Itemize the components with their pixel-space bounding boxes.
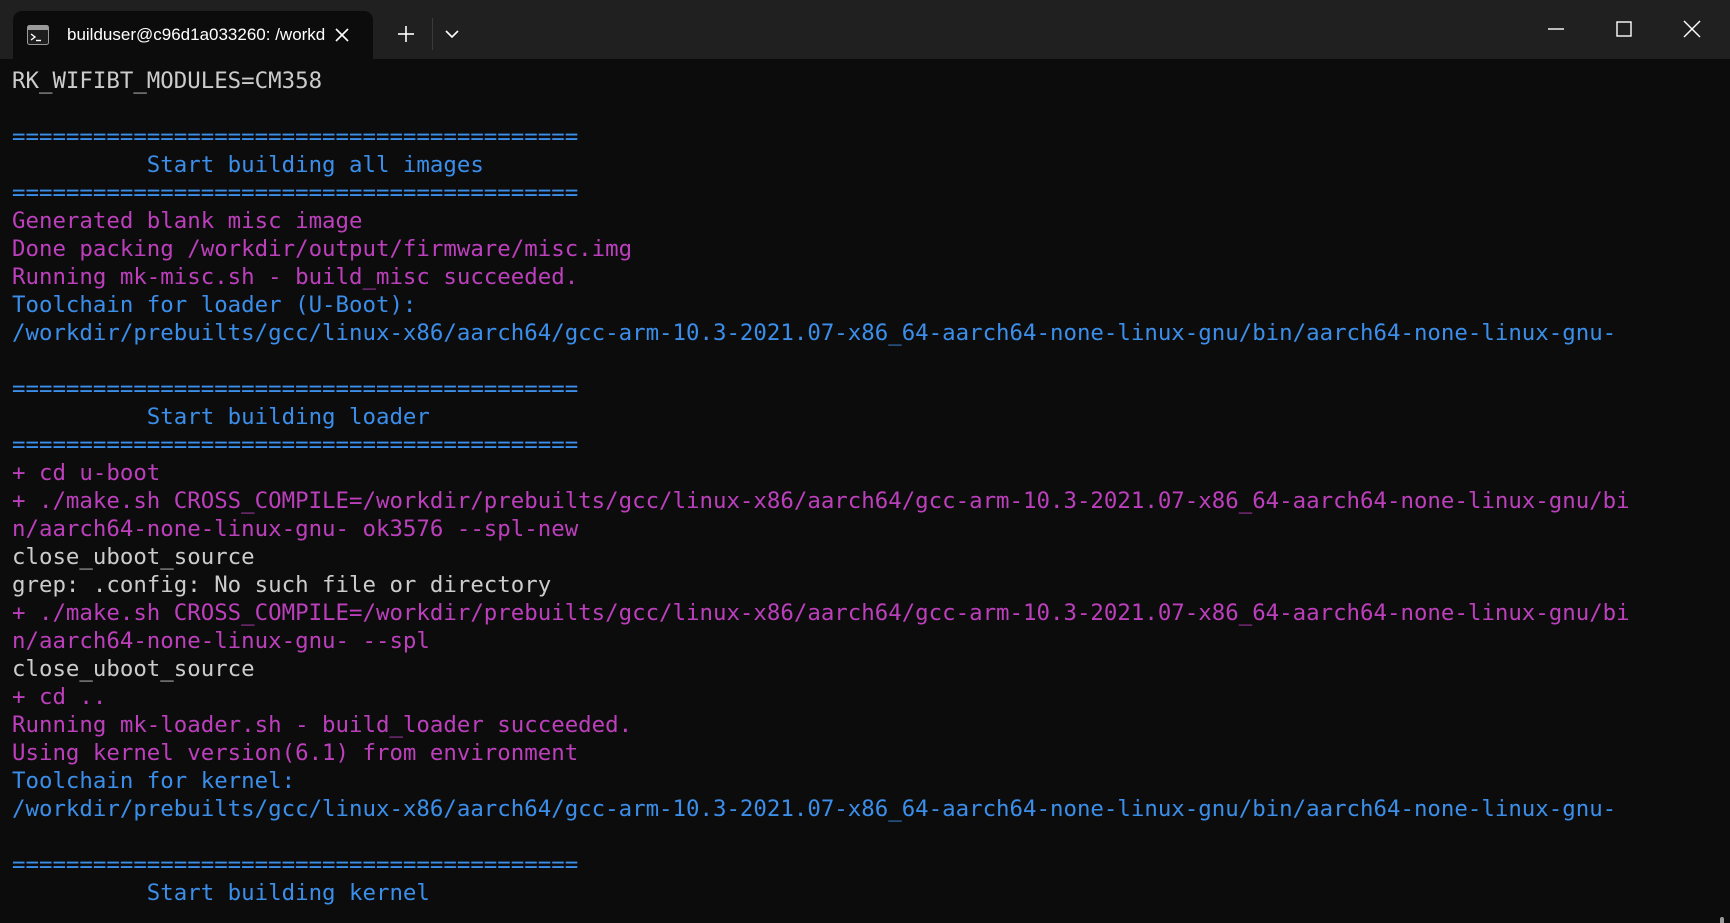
terminal-line: ========================================… xyxy=(12,376,579,402)
terminal-line: RK_WIFIBT_MODULES=CM358 xyxy=(12,68,323,94)
terminal-line: Toolchain for kernel: xyxy=(12,768,296,794)
tab-dropdown-button[interactable] xyxy=(438,20,466,48)
maximize-icon xyxy=(1616,21,1632,37)
terminal-lines: RK_WIFIBT_MODULES=CM358 =================… xyxy=(12,67,1712,907)
terminal-tab[interactable]: builduser@c96d1a033260: /workdir xyxy=(13,11,373,59)
terminal-line: + ./make.sh CROSS_COMPILE=/workdir/prebu… xyxy=(12,488,1630,514)
terminal-line: /workdir/prebuilts/gcc/linux-x86/aarch64… xyxy=(12,320,1617,346)
terminal-line: close_uboot_source xyxy=(12,544,255,570)
terminal-line: Start building kernel xyxy=(12,880,430,906)
terminal-line: Generated blank misc image xyxy=(12,208,363,234)
plus-icon xyxy=(398,26,414,42)
terminal-line: Done packing /workdir/output/firmware/mi… xyxy=(12,236,633,262)
terminal-line: ========================================… xyxy=(12,852,579,878)
terminal-line: + ./make.sh CROSS_COMPILE=/workdir/prebu… xyxy=(12,600,1630,626)
window-close-button[interactable] xyxy=(1658,0,1726,59)
title-bar: builduser@c96d1a033260: /workdir xyxy=(0,0,1730,59)
terminal-line: Start building all images xyxy=(12,152,484,178)
terminal-line: + cd u-boot xyxy=(12,460,161,486)
minimize-icon xyxy=(1548,28,1564,30)
tab-title: builduser@c96d1a033260: /workdir xyxy=(67,25,325,44)
close-icon xyxy=(1683,20,1701,38)
terminal-line: n/aarch64-none-linux-gnu- --spl xyxy=(12,628,430,654)
maximize-button[interactable] xyxy=(1590,0,1658,59)
terminal-icon xyxy=(27,25,49,45)
scrollbar-thumb[interactable] xyxy=(1720,917,1724,923)
tab-separator xyxy=(432,18,433,50)
terminal-line: n/aarch64-none-linux-gnu- ok3576 --spl-n… xyxy=(12,516,579,542)
terminal-line: Running mk-misc.sh - build_misc succeede… xyxy=(12,264,579,290)
new-tab-button[interactable] xyxy=(392,20,420,48)
terminal-line: close_uboot_source xyxy=(12,656,255,682)
terminal-line: ========================================… xyxy=(12,180,579,206)
terminal-line: + cd .. xyxy=(12,684,107,710)
terminal-line: Using kernel version(6.1) from environme… xyxy=(12,740,579,766)
terminal-line: grep: .config: No such file or directory xyxy=(12,572,552,598)
terminal-line: Toolchain for loader (U-Boot): xyxy=(12,292,417,318)
terminal-line: /workdir/prebuilts/gcc/linux-x86/aarch64… xyxy=(12,796,1617,822)
terminal-line: Running mk-loader.sh - build_loader succ… xyxy=(12,712,633,738)
minimize-button[interactable] xyxy=(1522,0,1590,59)
chevron-down-icon xyxy=(445,30,459,39)
terminal-line: ========================================… xyxy=(12,124,579,150)
close-icon[interactable] xyxy=(330,23,354,47)
terminal-line: Start building loader xyxy=(12,404,430,430)
terminal-output[interactable]: RK_WIFIBT_MODULES=CM358 =================… xyxy=(0,59,1730,923)
terminal-line: ========================================… xyxy=(12,432,579,458)
